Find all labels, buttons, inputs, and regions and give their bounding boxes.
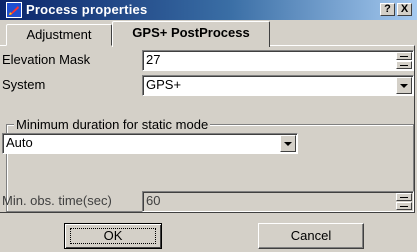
dropdown-arrow-icon[interactable]	[280, 135, 296, 152]
spin-down-icon[interactable]	[396, 202, 412, 210]
spin-up-icon[interactable]	[396, 52, 412, 60]
cancel-button[interactable]: Cancel	[258, 223, 364, 249]
system-value: GPS+	[146, 77, 182, 92]
elevation-mask-spinner[interactable]	[396, 52, 412, 69]
elevation-mask-input[interactable]: 27	[142, 50, 414, 71]
min-duration-group-title: Minimum duration for static mode	[14, 117, 211, 132]
elevation-mask-value: 27	[146, 52, 161, 67]
system-select[interactable]: GPS+	[142, 75, 414, 96]
elevation-mask-label: Elevation Mask	[2, 52, 91, 67]
spin-up-icon[interactable]	[396, 193, 412, 201]
system-label: System	[2, 77, 46, 92]
ok-button[interactable]: OK	[64, 223, 162, 249]
process-properties-dialog: Process properties ? X Adjustment GPS+ P…	[0, 0, 417, 252]
app-icon	[6, 2, 22, 18]
min-obs-time-label: Min. obs. time(sec)	[2, 193, 112, 208]
min-obs-time-input[interactable]: 60	[142, 191, 414, 212]
focus-rect	[70, 228, 156, 244]
window-title: Process properties	[26, 2, 148, 17]
static-mode-value: Auto	[6, 135, 33, 150]
cancel-label: Cancel	[290, 228, 332, 243]
help-icon: ?	[384, 3, 391, 15]
help-button[interactable]: ?	[380, 3, 395, 16]
spin-down-icon[interactable]	[396, 61, 412, 69]
dropdown-arrow-icon[interactable]	[396, 77, 412, 94]
static-mode-select[interactable]: Auto	[2, 133, 298, 154]
title-bar[interactable]: Process properties ? X	[0, 0, 417, 20]
min-obs-time-spinner[interactable]	[396, 193, 412, 210]
close-button[interactable]: X	[397, 3, 412, 16]
tab-gps-postprocess[interactable]: GPS+ PostProcess	[112, 21, 270, 47]
close-icon: X	[400, 3, 409, 15]
min-obs-time-value: 60	[146, 193, 161, 208]
tab-adjustment[interactable]: Adjustment	[6, 24, 112, 46]
